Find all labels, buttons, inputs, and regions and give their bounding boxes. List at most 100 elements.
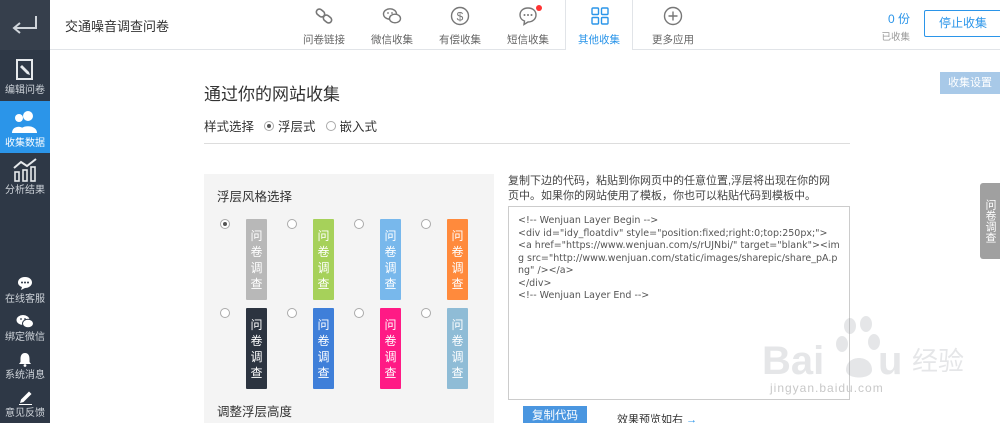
tab-more-apps[interactable]: 更多应用 (639, 0, 707, 50)
tag-char: 查 (317, 365, 330, 380)
tag-char: 查 (317, 276, 330, 291)
sidebar-item-wechat[interactable]: 绑定微信 (0, 314, 50, 348)
link-icon (315, 8, 333, 24)
pen-icon (18, 391, 32, 405)
float-style-preview[interactable]: 问卷调查 (447, 308, 468, 389)
tag-char: 问 (250, 228, 263, 243)
plus-circle-icon (663, 6, 683, 26)
tag-char: 卷 (384, 244, 397, 259)
float-style-option[interactable]: 问卷调查 (220, 308, 290, 389)
float-style-preview[interactable]: 问卷调查 (246, 219, 267, 300)
sidebar-item-collect[interactable]: 收集数据 (0, 101, 50, 153)
style-radio[interactable] (421, 219, 431, 229)
tag-char: 调 (451, 349, 464, 364)
svg-text:Bai: Bai (762, 339, 824, 383)
tag-char: 问 (250, 317, 263, 332)
tag-char: 问 (451, 228, 464, 243)
float-style-preview[interactable]: 问卷调查 (246, 308, 267, 389)
tag-char: 调 (250, 349, 263, 364)
tab-other[interactable]: 其他收集 (565, 0, 633, 51)
tag-char: 查 (384, 365, 397, 380)
radio-floating[interactable] (264, 120, 275, 131)
style-radio[interactable] (287, 219, 297, 229)
radio-embedded[interactable] (325, 120, 336, 131)
sidebar-item-feedback[interactable]: 意见反馈 (0, 390, 50, 423)
sidebar-item-label: 意见反馈 (5, 408, 45, 419)
tag-char: 卷 (250, 333, 263, 348)
tab-sms[interactable]: 短信收集 (494, 0, 562, 50)
float-style-option[interactable]: 问卷调查 (287, 219, 357, 300)
copy-code-button[interactable]: 复制代码 (523, 406, 587, 423)
adjust-height-label: 调整浮层高度 (217, 405, 293, 419)
users-icon (12, 111, 37, 133)
style-option-floating[interactable]: 浮层式 (278, 116, 316, 135)
style-radio[interactable] (287, 308, 297, 318)
tag-char: 卷 (250, 244, 263, 259)
style-option-embedded[interactable]: 嵌入式 (340, 116, 378, 135)
embed-instructions: 复制下边的代码，粘贴到你网页中的任意位置,浮层将出现在你的网页中。如果你的网站使… (508, 175, 831, 202)
tag-char: 查 (250, 365, 263, 380)
tag-char: 卷 (317, 244, 330, 259)
svg-text:u: u (878, 339, 902, 383)
float-style-option[interactable]: 问卷调查 (354, 219, 424, 300)
tab-label: 其他收集 (578, 34, 620, 46)
style-radio[interactable] (354, 308, 364, 318)
float-style-preview[interactable]: 问卷调查 (447, 219, 468, 300)
count-value: 0 份 (887, 12, 910, 26)
back-arrow-icon (12, 16, 37, 34)
float-style-option[interactable]: 问卷调查 (354, 308, 424, 389)
svg-text:经验: 经验 (912, 347, 964, 377)
style-radio[interactable] (421, 308, 431, 318)
tab-link[interactable]: 问卷链接 (290, 0, 358, 50)
sidebar-item-edit[interactable]: 编辑问卷 (0, 55, 50, 100)
float-style-option[interactable]: 问卷调查 (421, 219, 491, 300)
tab-label: 有偿收集 (439, 34, 481, 46)
preview-text: 效果预览如右 (617, 414, 683, 423)
sidebar-item-label: 在线客服 (5, 294, 45, 305)
back-button[interactable] (0, 0, 50, 50)
float-style-preview[interactable]: 问卷调查 (380, 308, 401, 389)
wechat-icon (16, 315, 34, 329)
style-radio[interactable] (354, 219, 364, 229)
collect-settings-button[interactable]: 收集设置 (940, 72, 1000, 94)
arrow-right-icon: → (686, 414, 698, 423)
style-radio[interactable] (220, 308, 230, 318)
tab-paid[interactable]: $ 有偿收集 (426, 0, 494, 50)
sidebar-item-support[interactable]: 在线客服 (0, 276, 50, 310)
stop-collecting-button[interactable]: 停止收集 (924, 10, 1000, 37)
left-sidebar: 编辑问卷 收集数据 分析结果 在线客服 绑定微信 系统消息 意见反馈 (0, 0, 50, 423)
tag-char: 调 (317, 260, 330, 275)
grid-icon (591, 7, 609, 25)
page-title: 通过你的网站收集 (204, 85, 340, 104)
float-style-option[interactable]: 问卷调查 (287, 308, 357, 389)
tag-char: 查 (250, 276, 263, 291)
float-style-preview[interactable]: 问卷调查 (313, 219, 334, 300)
float-style-preview[interactable]: 问卷调查 (313, 308, 334, 389)
chart-icon (13, 158, 37, 182)
tab-label: 短信收集 (507, 34, 549, 46)
tag-char: 调 (384, 260, 397, 275)
tag-char: 卷 (317, 333, 330, 348)
notification-dot (536, 5, 542, 11)
style-radio[interactable] (220, 219, 230, 229)
edit-icon (16, 59, 33, 80)
top-bar: 交通噪音调查问卷 问卷链接 微信收集 $ 有偿收集 短信收集 其他收集 更多应用… (50, 0, 1000, 51)
sidebar-item-label: 编辑问卷 (5, 85, 45, 96)
float-style-panel: 浮层风格选择 问卷调查 问卷调查 问卷调查 问卷调查 问 卷 调 查 问 卷 调… (204, 174, 494, 423)
float-survey-tab[interactable]: 问卷调查 (980, 183, 1000, 259)
sidebar-item-analysis[interactable]: 分析结果 (0, 158, 50, 203)
tag-char: 卷 (451, 333, 464, 348)
float-style-option[interactable]: 问卷调查 (220, 219, 290, 300)
collected-count: 0 份 已收集 (870, 10, 910, 43)
tag-char: 卷 (451, 244, 464, 259)
tab-wechat[interactable]: 微信收集 (358, 0, 426, 50)
watermark-url: jingyan.baidu.com (770, 381, 884, 395)
wechat-icon (382, 8, 402, 24)
float-style-preview[interactable]: 问卷调查 (380, 219, 401, 300)
sidebar-item-messages[interactable]: 系统消息 (0, 352, 50, 386)
tag-char: 调 (250, 260, 263, 275)
sidebar-item-label: 收集数据 (5, 138, 45, 149)
tag-char: 问 (451, 317, 464, 332)
float-style-option[interactable]: 问卷调查 (421, 308, 491, 389)
tag-char: 问 (317, 317, 330, 332)
